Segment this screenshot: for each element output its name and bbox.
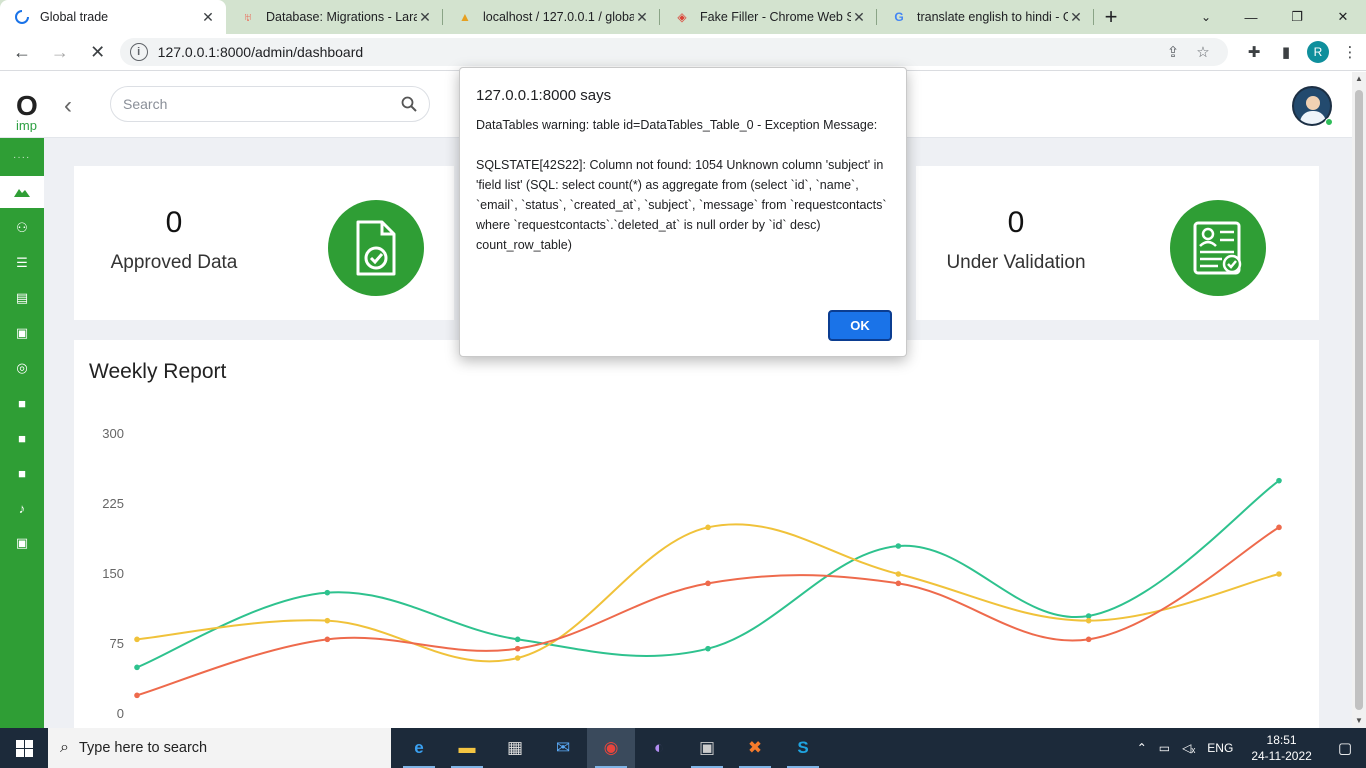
github-desktop-icon[interactable]: ◐ bbox=[635, 728, 683, 768]
data-point[interactable] bbox=[1276, 571, 1282, 577]
data-point[interactable] bbox=[324, 636, 331, 643]
url-text[interactable]: 127.0.0.1:8000/admin/dashboard bbox=[158, 44, 1158, 60]
data-point[interactable] bbox=[514, 645, 521, 652]
series-line-1 bbox=[136, 479, 1280, 669]
close-tab-icon[interactable]: ✕ bbox=[634, 9, 650, 26]
taskbar-search-box[interactable]: ⌕ Type here to search bbox=[48, 728, 391, 768]
maximize-button[interactable]: ❐ bbox=[1274, 0, 1320, 34]
tab-translate[interactable]: G translate english to hindi - G ✕ bbox=[877, 0, 1094, 34]
data-point[interactable] bbox=[134, 664, 140, 671]
scroll-up-arrow-icon[interactable]: ▲ bbox=[1352, 72, 1366, 86]
chrome-app-icon[interactable]: ◉ bbox=[587, 728, 635, 768]
tab-phpmyadmin[interactable]: ▲ localhost / 127.0.0.1 / globalt ✕ bbox=[443, 0, 660, 34]
browser-toolbar: ← → ✕ i 127.0.0.1:8000/admin/dashboard ⇪… bbox=[0, 34, 1366, 71]
data-point[interactable] bbox=[705, 580, 711, 587]
loading-icon bbox=[14, 9, 30, 25]
windows-taskbar: ⌕ Type here to search e ▬ ▦ ✉ ◉ ◐ ▣ ✖ S … bbox=[0, 728, 1366, 768]
address-bar[interactable]: i 127.0.0.1:8000/admin/dashboard ⇪ ☆ bbox=[119, 38, 1228, 66]
data-point[interactable] bbox=[324, 617, 331, 624]
show-hidden-icons-chevron-icon[interactable]: ⌃ bbox=[1131, 741, 1153, 755]
xampp-icon[interactable]: ✖ bbox=[731, 728, 779, 768]
page-scrollbar[interactable]: ▲ ▼ bbox=[1352, 72, 1366, 728]
tab-title: Fake Filler - Chrome Web Sto bbox=[700, 10, 851, 24]
data-point[interactable] bbox=[134, 692, 140, 699]
terminal-icon[interactable]: ▣ bbox=[683, 728, 731, 768]
browser-tab-strip: Global trade ✕ ♅ Database: Migrations - … bbox=[0, 0, 1366, 34]
side-panel-icon[interactable]: ▮ bbox=[1270, 36, 1302, 68]
close-tab-icon[interactable]: ✕ bbox=[1068, 9, 1084, 26]
close-tab-icon[interactable]: ✕ bbox=[417, 9, 433, 26]
dialog-message: DataTables warning: table id=DataTables_… bbox=[476, 118, 887, 252]
window-controls: — ❐ ✕ bbox=[1228, 0, 1366, 34]
volume-muted-icon[interactable]: ◁ₓ bbox=[1176, 741, 1201, 755]
language-indicator[interactable]: ENG bbox=[1201, 741, 1239, 755]
share-icon[interactable]: ⇪ bbox=[1158, 43, 1188, 61]
notifications-icon[interactable]: ▢ bbox=[1324, 739, 1366, 757]
system-tray: ⌃ ▭ ◁ₓ ENG 18:51 24-11-2022 ▢ bbox=[1131, 728, 1366, 768]
close-tab-icon[interactable]: ✕ bbox=[851, 9, 867, 26]
ok-button[interactable]: OK bbox=[828, 310, 892, 341]
tab-title: localhost / 127.0.0.1 / globalt bbox=[483, 10, 634, 24]
series-line-2 bbox=[136, 523, 1280, 663]
microsoft-store-icon[interactable]: ▦ bbox=[491, 728, 539, 768]
data-point[interactable] bbox=[705, 524, 711, 531]
network-icon[interactable]: ▭ bbox=[1153, 741, 1176, 755]
close-tab-icon[interactable]: ✕ bbox=[200, 9, 216, 26]
site-info-icon[interactable]: i bbox=[129, 43, 148, 61]
data-point[interactable] bbox=[514, 636, 521, 643]
data-point[interactable] bbox=[895, 580, 902, 587]
data-point[interactable] bbox=[134, 636, 140, 643]
file-explorer-icon[interactable]: ▬ bbox=[443, 728, 491, 768]
chrome-web-store-icon: ◈ bbox=[677, 10, 687, 24]
extensions-puzzle-icon[interactable]: ✚ bbox=[1238, 36, 1270, 68]
minimize-button[interactable]: — bbox=[1228, 0, 1274, 34]
data-point[interactable] bbox=[1276, 524, 1282, 531]
scrollbar-thumb[interactable] bbox=[1355, 90, 1363, 710]
skype-icon[interactable]: S bbox=[779, 728, 827, 768]
menu-kebab-icon[interactable]: ⋮ bbox=[1334, 36, 1366, 68]
windows-logo-icon bbox=[15, 739, 33, 757]
google-icon: G bbox=[894, 10, 904, 24]
tab-search-chevron-icon[interactable]: ⌄ bbox=[1192, 0, 1220, 34]
laravel-icon: ♅ bbox=[243, 10, 253, 24]
phpmyadmin-icon: ▲ bbox=[459, 10, 471, 24]
alert-dialog: 127.0.0.1:8000 says DataTables warning: … bbox=[459, 67, 907, 357]
tab-fake-filler[interactable]: ◈ Fake Filler - Chrome Web Sto ✕ bbox=[660, 0, 877, 34]
tab-title: Global trade bbox=[40, 10, 109, 24]
new-tab-button[interactable]: + bbox=[1094, 0, 1128, 34]
clock-time: 18:51 bbox=[1266, 733, 1297, 747]
data-point[interactable] bbox=[1085, 617, 1092, 624]
clock[interactable]: 18:51 24-11-2022 bbox=[1239, 732, 1324, 764]
windows-start-button[interactable] bbox=[0, 728, 48, 768]
edge-app-icon[interactable]: e bbox=[395, 728, 443, 768]
mail-icon[interactable]: ✉ bbox=[539, 728, 587, 768]
clock-date: 24-11-2022 bbox=[1251, 749, 1312, 763]
tab-laravel-migrations[interactable]: ♅ Database: Migrations - Larave ✕ bbox=[226, 0, 443, 34]
close-window-button[interactable]: ✕ bbox=[1320, 0, 1366, 34]
data-point[interactable] bbox=[324, 589, 331, 596]
bookmark-star-icon[interactable]: ☆ bbox=[1188, 43, 1218, 61]
tab-title: translate english to hindi - G bbox=[917, 10, 1068, 24]
data-point[interactable] bbox=[1085, 636, 1092, 643]
forward-button[interactable]: → bbox=[44, 36, 76, 68]
stop-loading-button[interactable]: ✕ bbox=[82, 36, 114, 68]
data-point[interactable] bbox=[1276, 477, 1282, 484]
tab-title: Database: Migrations - Larave bbox=[266, 10, 417, 24]
data-point[interactable] bbox=[895, 543, 902, 549]
dialog-title: 127.0.0.1:8000 says bbox=[476, 87, 612, 104]
taskbar-search-placeholder: Type here to search bbox=[78, 740, 208, 756]
back-button[interactable]: ← bbox=[6, 36, 38, 68]
data-point[interactable] bbox=[705, 645, 711, 652]
profile-avatar[interactable]: R bbox=[1307, 41, 1329, 63]
search-icon: ⌕ bbox=[60, 739, 69, 756]
data-point[interactable] bbox=[514, 655, 521, 661]
data-point[interactable] bbox=[895, 571, 902, 577]
scroll-down-arrow-icon[interactable]: ▼ bbox=[1352, 714, 1366, 728]
tab-global-trade[interactable]: Global trade ✕ bbox=[0, 0, 226, 34]
